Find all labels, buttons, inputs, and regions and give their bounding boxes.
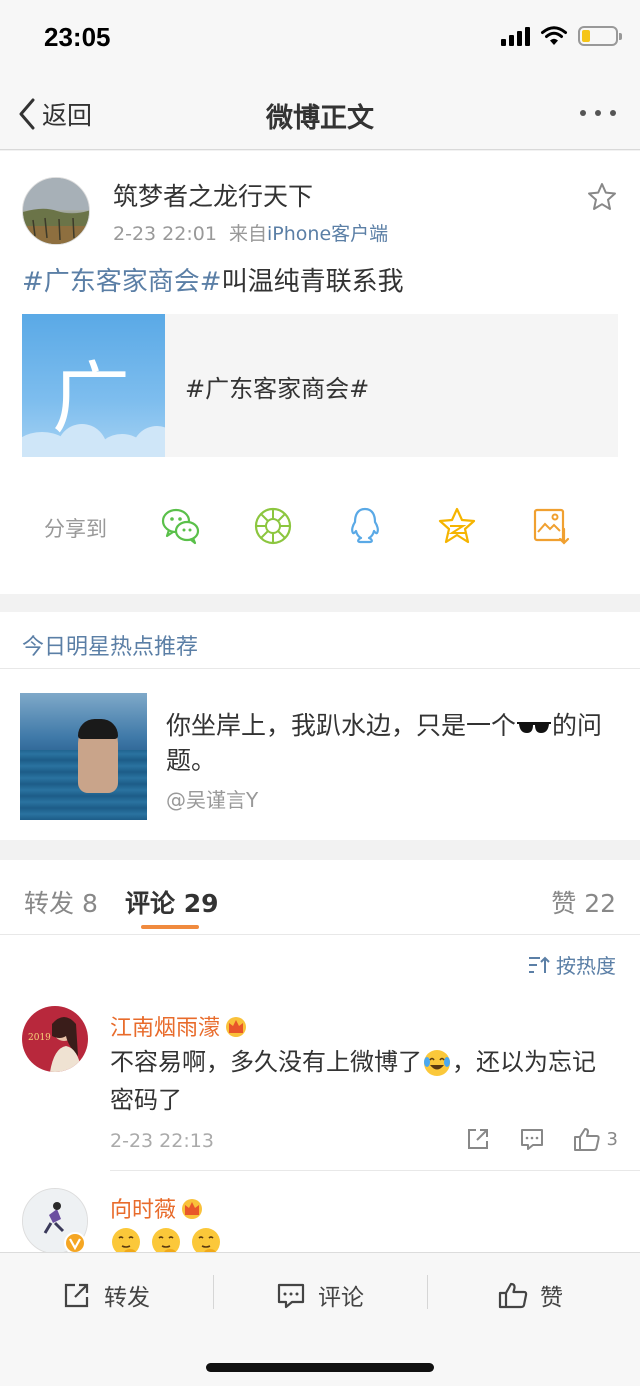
repost-icon: [64, 1283, 89, 1308]
commenter-name[interactable]: 向时薇: [110, 1192, 204, 1224]
post-text: #广东客家商会#叫温纯青联系我: [22, 261, 404, 298]
post-card: 筑梦者之龙行天下 2-23 22:01 来自iPhone客户端 #广东客家商会#…: [0, 151, 640, 594]
comment-like-button[interactable]: 3: [573, 1126, 618, 1152]
nav-bar: 返回 微博正文: [0, 80, 640, 150]
signal-icon: [501, 26, 530, 46]
thinking-emoji-icon: [112, 1228, 140, 1252]
more-icon[interactable]: [580, 110, 616, 116]
tab-like-label: 赞: [551, 889, 577, 918]
tab-bar: 转发 8 评论 29 赞 22: [0, 860, 640, 935]
repost-button[interactable]: 转发: [62, 1275, 150, 1315]
comment-label: 评论: [318, 1285, 364, 1311]
qzone-icon[interactable]: [436, 505, 478, 547]
recommend-thumbnail[interactable]: [20, 693, 147, 820]
tab-like-count: 22: [584, 889, 616, 918]
qq-icon[interactable]: [344, 505, 386, 547]
sort-icon: [529, 956, 550, 973]
battery-icon: [578, 26, 622, 46]
sort-button[interactable]: 按热度: [528, 950, 616, 979]
comment-time: 2-23 22:13: [110, 1130, 214, 1152]
battery-fill: [582, 30, 590, 42]
thumbs-up-icon: [573, 1128, 600, 1151]
sunglasses-emoji-icon: [517, 722, 552, 733]
save-image-icon[interactable]: [530, 505, 572, 547]
author-avatar[interactable]: [22, 177, 90, 245]
wechat-icon[interactable]: [160, 505, 202, 547]
page-title: 微博正文: [266, 103, 374, 134]
tab-repost-count: 8: [81, 889, 98, 918]
commenter-name[interactable]: 江南烟雨濛: [110, 1010, 248, 1042]
status-time: 23:05: [44, 22, 111, 52]
commenter-name-label: 江南烟雨濛: [110, 1016, 221, 1041]
tab-like[interactable]: 赞 22: [551, 884, 616, 920]
comment-reply-button[interactable]: [519, 1126, 545, 1152]
topic-card[interactable]: 广 #广东客家商会#: [22, 314, 618, 457]
comment-emoji-row: [110, 1226, 616, 1252]
moments-icon[interactable]: [252, 505, 294, 547]
vip-crown-icon: [182, 1199, 203, 1219]
tab-comment[interactable]: 评论 29: [125, 884, 219, 920]
toolbar-divider: [427, 1275, 428, 1309]
tab-repost[interactable]: 转发 8: [24, 884, 98, 920]
verified-badge-icon: [64, 1232, 86, 1252]
recommend-header: 今日明星热点推荐: [0, 612, 640, 669]
comment-text: 不容易啊，多久没有上微博了 ，还以为忘记密码了: [110, 1043, 616, 1119]
avatar-landscape-image: [23, 178, 89, 244]
thinking-emoji-icon: [192, 1228, 220, 1252]
avatar-portrait-image: 2019: [22, 1006, 88, 1072]
commenter-avatar[interactable]: 2019: [22, 1006, 88, 1072]
thinking-emoji-icon: [152, 1228, 180, 1252]
laughing-tears-emoji-icon: [424, 1050, 450, 1076]
author-name[interactable]: 筑梦者之龙行天下: [113, 177, 313, 213]
topic-label: #广东客家商会#: [185, 375, 370, 403]
recommend-title: 今日明星热点推荐: [22, 635, 199, 660]
share-row: 分享到: [0, 501, 640, 551]
post-time: 2-23 22:01: [113, 223, 217, 245]
recommend-text[interactable]: 你坐岸上，我趴水边，只是一个 的问题。: [166, 708, 606, 778]
recommend-text-before: 你坐岸上，我趴水边，只是一个: [166, 711, 517, 740]
svg-text:2019: 2019: [28, 1033, 51, 1043]
share-icon: [467, 1129, 488, 1149]
comment-button[interactable]: 评论: [276, 1275, 364, 1315]
repost-label: 转发: [104, 1285, 150, 1311]
comment-repost-button[interactable]: [465, 1126, 491, 1152]
topic-thumbnail: 广: [22, 314, 165, 457]
toolbar-divider: [213, 1275, 214, 1309]
comment-item: 向时薇: [0, 1188, 640, 1252]
comment-divider: [110, 1170, 640, 1171]
comments-section: 转发 8 评论 29 赞 22 按热度 2019 江南烟雨濛 不容易啊，多久没有…: [0, 860, 640, 1252]
vip-crown-icon: [226, 1017, 247, 1037]
share-label: 分享到: [44, 517, 107, 541]
comment-actions: 3: [465, 1126, 618, 1152]
star-icon[interactable]: [586, 181, 618, 213]
like-button[interactable]: 赞: [498, 1275, 563, 1315]
bottom-toolbar: 转发 评论 赞: [0, 1252, 640, 1386]
comment-icon: [277, 1283, 305, 1309]
post-topic-link[interactable]: #广东客家商会#: [22, 267, 222, 297]
sort-label: 按热度: [556, 954, 616, 978]
post-meta: 2-23 22:01 来自iPhone客户端: [113, 219, 388, 246]
like-label: 赞: [540, 1285, 563, 1311]
home-indicator: [206, 1363, 434, 1372]
active-tab-indicator: [141, 925, 199, 929]
tab-comment-label: 评论: [125, 889, 176, 918]
wifi-icon: [541, 26, 567, 45]
tab-repost-label: 转发: [24, 889, 75, 918]
comment-icon: [520, 1129, 543, 1150]
recommend-card: 今日明星热点推荐 你坐岸上，我趴水边，只是一个 的问题。 @吴谨言Y: [0, 612, 640, 840]
post-source[interactable]: iPhone客户端: [267, 223, 388, 245]
post-body: 叫温纯青联系我: [221, 267, 404, 297]
status-bar: 23:05: [0, 0, 640, 80]
post-source-prefix: 来自: [229, 223, 268, 245]
commenter-name-label: 向时薇: [110, 1198, 177, 1223]
status-icons: [501, 26, 622, 46]
tab-comment-count: 29: [183, 889, 219, 918]
thumbs-up-icon: [498, 1282, 528, 1309]
comment-like-count: 3: [606, 1128, 618, 1150]
comment-text-before: 不容易啊，多久没有上微博了: [110, 1048, 422, 1076]
comment-item: 2019 江南烟雨濛 不容易啊，多久没有上微博了 ，还以为忘记密码了 2-23 2…: [0, 1006, 640, 1186]
recommend-author[interactable]: @吴谨言Y: [166, 784, 258, 813]
